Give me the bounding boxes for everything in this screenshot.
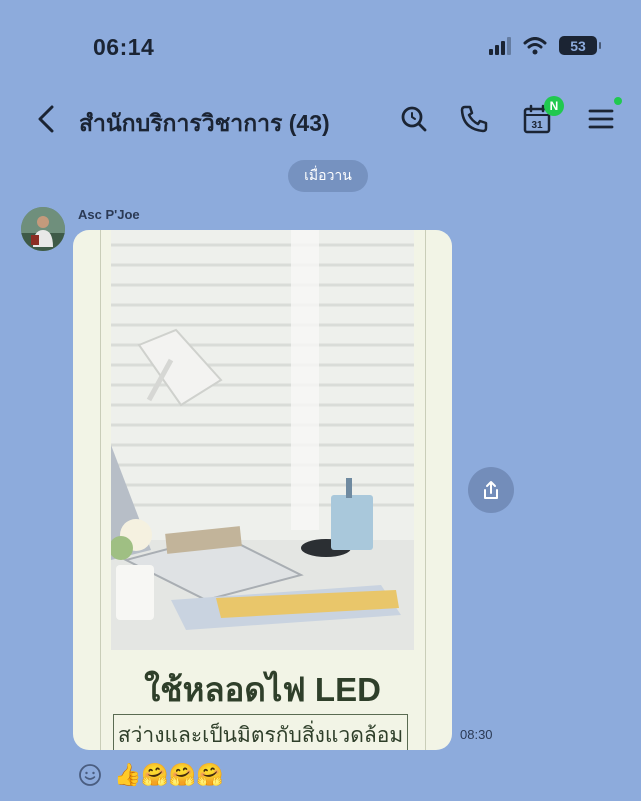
calendar-day: 31 [531,120,543,131]
signal-icon [489,36,511,55]
status-icons: 53 [489,36,601,55]
status-time: 06:14 [93,34,155,60]
menu-notification-dot [614,97,622,105]
poster-title: ใช้หลอดไฟ LED [144,671,381,708]
battery-icon: 53 [559,36,601,55]
menu-icon[interactable] [586,102,620,136]
wifi-icon [523,36,547,54]
reaction-row: 👍🤗🤗🤗 [78,760,224,790]
calendar-badge: N [544,96,564,116]
avatar[interactable] [21,207,65,251]
battery-level: 53 [570,37,586,54]
share-icon [484,481,498,499]
status-bar: 06:14 53 [0,0,641,90]
poster-photo [111,230,414,650]
emoji-add-icon[interactable] [78,763,102,787]
message-time: 08:30 [460,727,493,742]
back-icon[interactable] [34,104,58,134]
phone-icon[interactable] [457,102,491,136]
sender-name: Asc P'Joe [78,207,140,222]
image-message[interactable]: ใช้หลอดไฟ LED สว่างและเป็นมิตรกับสิ่งแวด… [73,230,452,750]
share-button[interactable] [468,467,514,513]
poster-subtitle: สว่างและเป็นมิตรกับสิ่งแวดล้อม [113,714,408,750]
reaction-emojis[interactable]: 👍🤗🤗🤗 [114,764,224,786]
chat-title[interactable]: สำนักบริการวิชาการ (43) [79,106,330,142]
search-icon[interactable] [397,102,431,136]
chat-header: สำนักบริการวิชาการ (43) 31 [0,90,641,150]
date-separator: เมื่อวาน [288,160,368,192]
